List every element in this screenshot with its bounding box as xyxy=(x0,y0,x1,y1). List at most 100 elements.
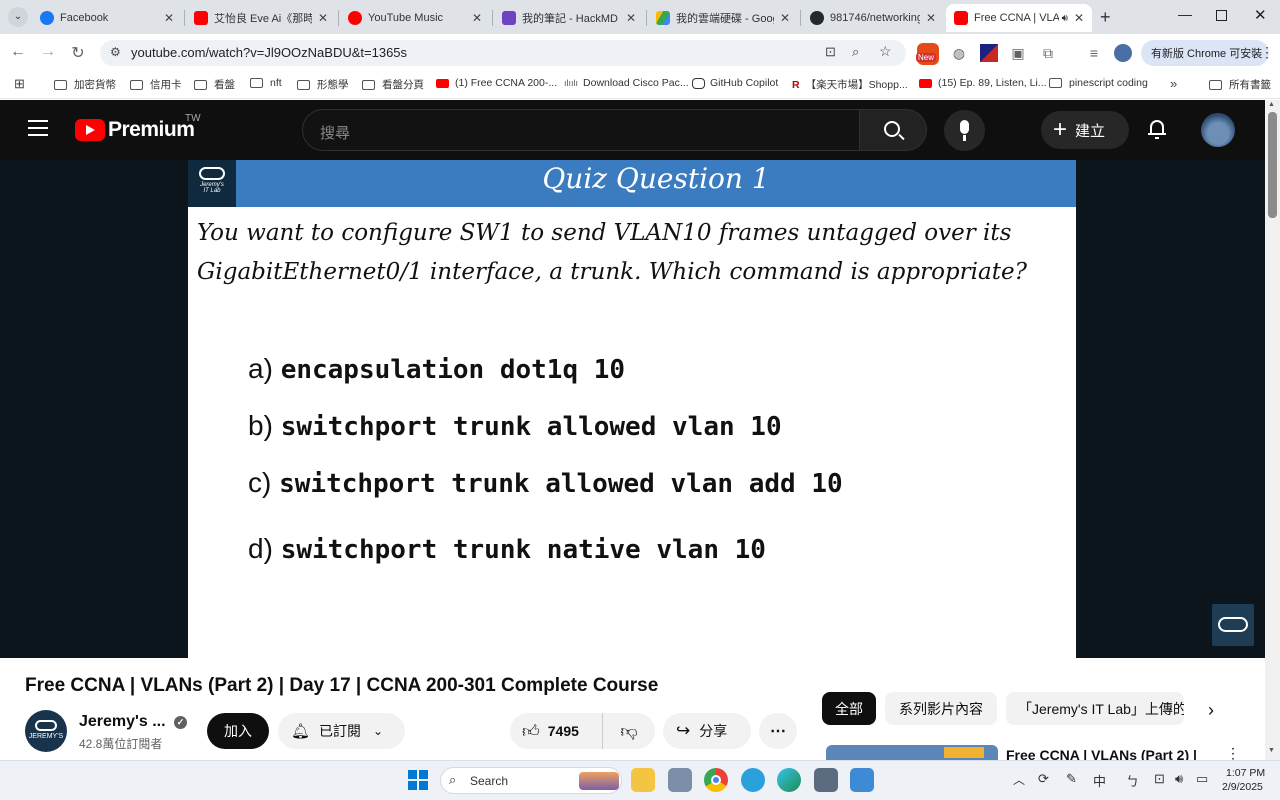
bookmark-star-icon[interactable]: ☆ xyxy=(879,43,892,60)
bookmark-folder[interactable]: 加密貨幣 xyxy=(54,77,116,92)
edge-icon[interactable] xyxy=(777,768,801,792)
close-tab-icon[interactable]: ✕ xyxy=(926,11,936,25)
close-tab-icon[interactable]: ✕ xyxy=(472,11,482,25)
browser-tab[interactable]: 981746/networking-f ✕ xyxy=(802,4,944,32)
bookmark-folder[interactable]: nft xyxy=(250,77,282,89)
pen-icon[interactable]: ✎ xyxy=(1066,771,1077,787)
scroll-down-arrow-icon[interactable]: ▼ xyxy=(1268,747,1275,754)
notifications-bell-icon[interactable] xyxy=(1148,119,1166,139)
bookmark-link[interactable]: (1) Free CCNA 200-... xyxy=(436,77,557,89)
minimize-button[interactable]: — xyxy=(1178,6,1192,22)
close-tab-icon[interactable]: ✕ xyxy=(1074,11,1084,25)
scroll-up-arrow-icon[interactable]: ▲ xyxy=(1268,101,1275,108)
apps-grid-icon[interactable]: ⊞ xyxy=(14,76,25,92)
profile-avatar[interactable] xyxy=(1114,44,1132,62)
chip-all[interactable]: 全部 xyxy=(822,692,876,725)
chevron-up-icon[interactable]: ︿ xyxy=(1013,771,1025,788)
media-controls-icon[interactable]: ≡ xyxy=(1085,44,1103,62)
browser-tab[interactable]: 艾怡良 Eve Ai《那時 ✕ xyxy=(186,4,336,32)
browser-tab[interactable]: Facebook ✕ xyxy=(32,4,182,32)
site-info-icon[interactable]: ⚙︎ xyxy=(110,45,121,59)
reload-button[interactable]: ↻ xyxy=(68,43,88,63)
extension-new-icon[interactable]: New xyxy=(916,43,939,65)
create-button[interactable]: + 建立 xyxy=(1041,111,1129,149)
clock-date[interactable]: 2/9/2025 xyxy=(1222,781,1263,793)
restore-button[interactable] xyxy=(1216,10,1227,21)
taskbar-search[interactable]: ⌕ Search xyxy=(440,767,622,794)
close-tab-icon[interactable]: ✕ xyxy=(780,11,790,25)
all-bookmarks-folder[interactable]: 所有書籤 xyxy=(1209,77,1271,92)
network-icon[interactable]: ⊡ xyxy=(1154,771,1165,787)
ime-mode-icon[interactable]: ㄅ xyxy=(1126,771,1139,790)
more-bookmarks-icon[interactable]: » xyxy=(1170,76,1177,91)
youtube-play-icon xyxy=(75,119,105,141)
extension-flag-icon[interactable] xyxy=(980,44,998,62)
next-video-thumbnail[interactable] xyxy=(826,745,998,760)
extension-icon[interactable]: ▣ xyxy=(1009,44,1027,62)
share-button[interactable]: ↪ 分享 xyxy=(663,713,751,749)
address-bar[interactable]: ⚙︎ youtube.com/watch?v=Jl9OOzNaBDU&t=136… xyxy=(100,40,906,66)
bookmark-folder[interactable]: 看盤分頁 xyxy=(362,77,424,92)
battery-icon[interactable]: ▭ xyxy=(1196,771,1208,787)
subscribed-button[interactable]: 🔔︎ 已訂閱 ⌄ xyxy=(278,713,405,749)
join-button[interactable]: 加入 xyxy=(207,713,269,749)
more-actions-button[interactable]: ⋯ xyxy=(759,713,797,749)
forward-button[interactable]: → xyxy=(38,43,58,61)
chrome-icon[interactable] xyxy=(704,768,728,792)
sync-icon[interactable]: ⟳ xyxy=(1038,771,1049,787)
chevron-right-icon[interactable]: › xyxy=(1208,700,1214,721)
volume-icon[interactable]: 🔊︎ xyxy=(1175,771,1183,787)
close-tab-icon[interactable]: ✕ xyxy=(164,11,174,25)
zoom-icon[interactable]: ⌕ xyxy=(852,44,859,60)
close-window-button[interactable]: ✕ xyxy=(1254,6,1267,24)
browser-tab-active[interactable]: Free CCNA | VLA 🔊︎ ✕ xyxy=(946,4,1092,32)
bookmark-link[interactable]: ılıılı Download Cisco Pac... xyxy=(564,77,689,89)
telegram-icon[interactable] xyxy=(741,768,765,792)
close-tab-icon[interactable]: ✕ xyxy=(626,11,636,25)
clock-time[interactable]: 1:07 PM xyxy=(1226,767,1265,779)
chip-channel-uploads[interactable]: 「Jeremy's IT Lab」上傳的 xyxy=(1006,692,1184,725)
next-video-title[interactable]: Free CCNA | VLANs (Part 2) | xyxy=(1006,747,1197,760)
like-button[interactable]: 👍︎ 7495 xyxy=(510,713,602,749)
file-explorer-icon[interactable] xyxy=(631,768,655,792)
channel-watermark-icon[interactable] xyxy=(1212,604,1254,646)
extension-icon[interactable]: ◍ xyxy=(950,44,968,62)
thumbs-up-icon: 👍︎ xyxy=(522,721,540,741)
calculator-icon[interactable] xyxy=(814,768,838,792)
notepad-icon[interactable] xyxy=(850,768,874,792)
channel-avatar[interactable]: JEREMY'S xyxy=(25,710,67,752)
chrome-update-button[interactable]: 有新版 Chrome 可安裝 xyxy=(1141,40,1269,66)
install-icon[interactable]: ⊡ xyxy=(825,44,836,60)
back-button[interactable]: ← xyxy=(8,43,28,61)
search-icon: ⌕ xyxy=(449,772,457,787)
hamburger-menu-icon[interactable] xyxy=(28,120,48,136)
bookmark-folder[interactable]: 形態學 xyxy=(297,77,349,92)
bookmark-folder[interactable]: 看盤 xyxy=(194,77,235,92)
bookmark-folder[interactable]: pinescript coding xyxy=(1049,77,1148,89)
chrome-menu-icon[interactable]: ⋮ xyxy=(1260,44,1274,61)
chip-series[interactable]: 系列影片內容 xyxy=(885,692,997,725)
bookmark-link[interactable]: (15) Ep. 89, Listen, Li... xyxy=(919,77,1047,89)
scrollbar-thumb[interactable] xyxy=(1268,112,1277,218)
bookmark-folder[interactable]: 信用卡 xyxy=(130,77,182,92)
dislike-button[interactable]: 👎︎ xyxy=(602,713,655,749)
youtube-logo[interactable]: Premium TW xyxy=(75,113,205,147)
browser-tab[interactable]: YouTube Music ✕ xyxy=(340,4,490,32)
taskbar-app-icon[interactable] xyxy=(668,768,692,792)
close-tab-icon[interactable]: ✕ xyxy=(318,11,328,25)
account-avatar[interactable] xyxy=(1201,113,1235,147)
ime-indicator[interactable]: 中 xyxy=(1093,771,1106,790)
browser-tab[interactable]: 我的筆記 - HackMD ✕ xyxy=(494,4,644,32)
browser-tab[interactable]: 我的雲端硬碟 - Goog ✕ xyxy=(648,4,798,32)
windows-start-icon[interactable] xyxy=(408,770,428,790)
bookmark-link[interactable]: GitHub Copilot xyxy=(692,77,778,89)
bookmark-link[interactable]: R 【楽天市場】Shopp... xyxy=(792,77,908,92)
search-button[interactable] xyxy=(859,109,927,151)
new-tab-button[interactable]: + xyxy=(1100,7,1111,28)
channel-name[interactable]: Jeremy's ... ✓ xyxy=(79,713,187,731)
extensions-puzzle-icon[interactable]: ⧉ xyxy=(1039,44,1057,62)
voice-search-button[interactable] xyxy=(944,110,985,151)
search-input[interactable]: 搜尋 xyxy=(302,109,860,151)
facebook-icon xyxy=(40,11,54,25)
tab-search-button[interactable]: ⌄ xyxy=(8,7,28,27)
